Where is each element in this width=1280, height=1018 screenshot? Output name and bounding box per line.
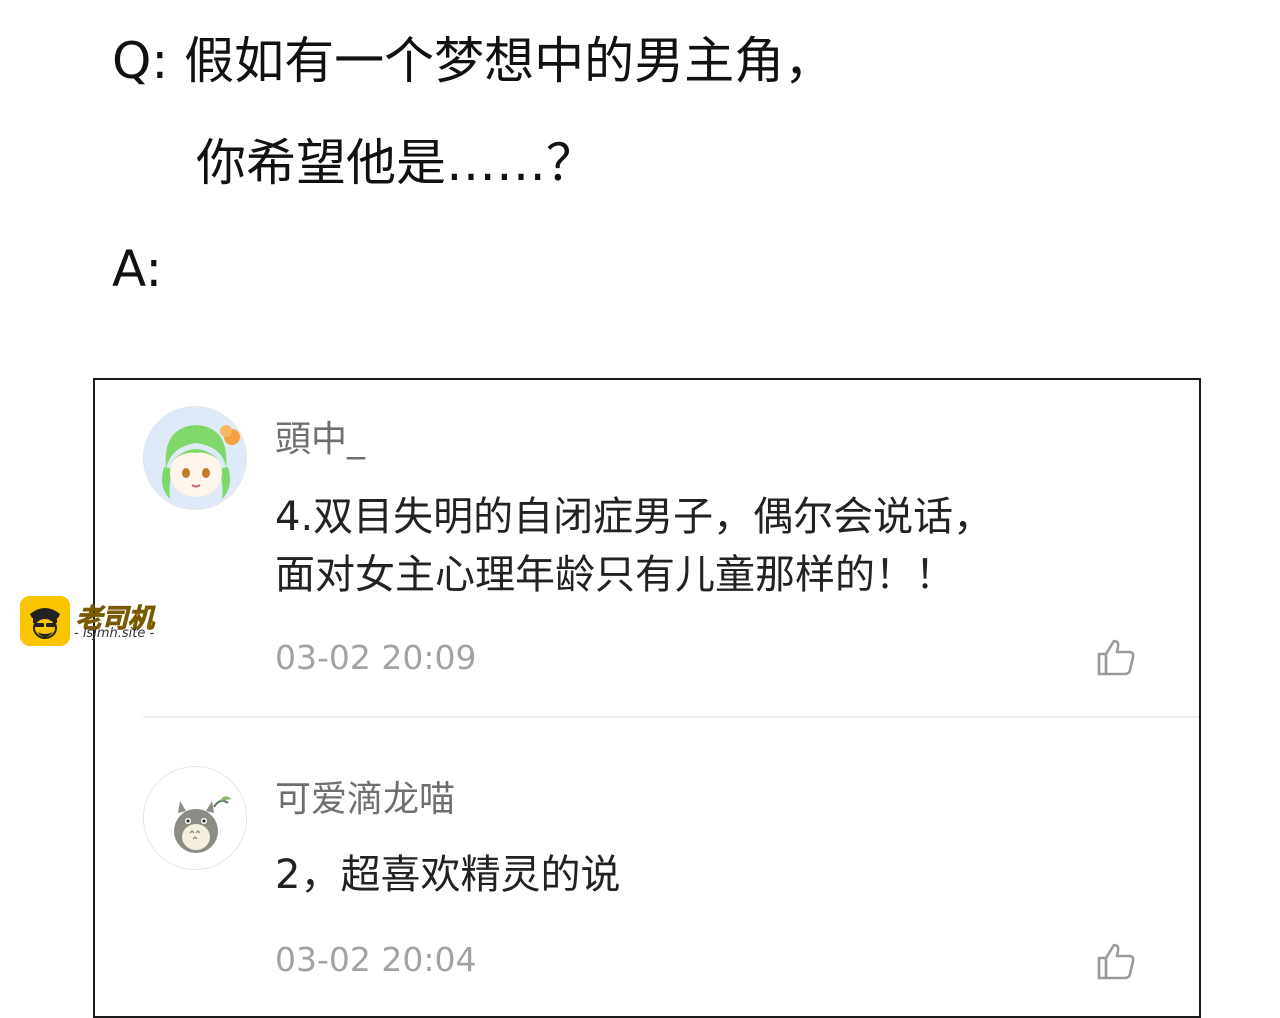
comment-text: 4.双目失明的自闭症男子，偶尔会说话， 面对女主心理年龄只有儿童那样的！！ — [275, 488, 993, 604]
comment-item: 可爱滴龙喵 2，超喜欢精灵的说 03-02 20:04 — [95, 718, 1199, 1018]
thumbs-up-icon[interactable] — [1095, 636, 1137, 678]
answer-label: A: — [112, 240, 163, 298]
comment-username[interactable]: 頭中_ — [275, 410, 365, 462]
green-hair-anime-girl-avatar[interactable] — [143, 406, 247, 510]
totoro-avatar[interactable] — [143, 766, 247, 870]
question-line-1: Q: 假如有一个梦想中的男主角， — [112, 32, 835, 90]
comment-text-line: 4.双目失明的自闭症男子，偶尔会说话， — [275, 494, 994, 540]
comment-text: 2，超喜欢精灵的说 — [275, 846, 620, 904]
thumbs-up-icon[interactable] — [1095, 940, 1137, 982]
comment-timestamp: 03-02 20:09 — [275, 638, 477, 677]
question-line-2: 你希望他是……？ — [196, 134, 596, 192]
comment-card: 頭中_ 4.双目失明的自闭症男子，偶尔会说话， 面对女主心理年龄只有儿童那样的！… — [93, 378, 1201, 1018]
comment-item: 頭中_ 4.双目失明的自闭症男子，偶尔会说话， 面对女主心理年龄只有儿童那样的！… — [95, 380, 1199, 718]
site-watermark: 老司机 - lsjmh.site - — [20, 596, 180, 646]
comment-timestamp: 03-02 20:04 — [275, 940, 477, 979]
comment-text-line: 2，超喜欢精灵的说 — [275, 852, 621, 898]
driver-face-icon — [20, 596, 70, 646]
comment-text-line: 面对女主心理年龄只有儿童那样的！！ — [275, 552, 955, 598]
comment-username[interactable]: 可爱滴龙喵 — [275, 770, 455, 822]
watermark-site: - lsjmh.site - — [74, 626, 155, 641]
